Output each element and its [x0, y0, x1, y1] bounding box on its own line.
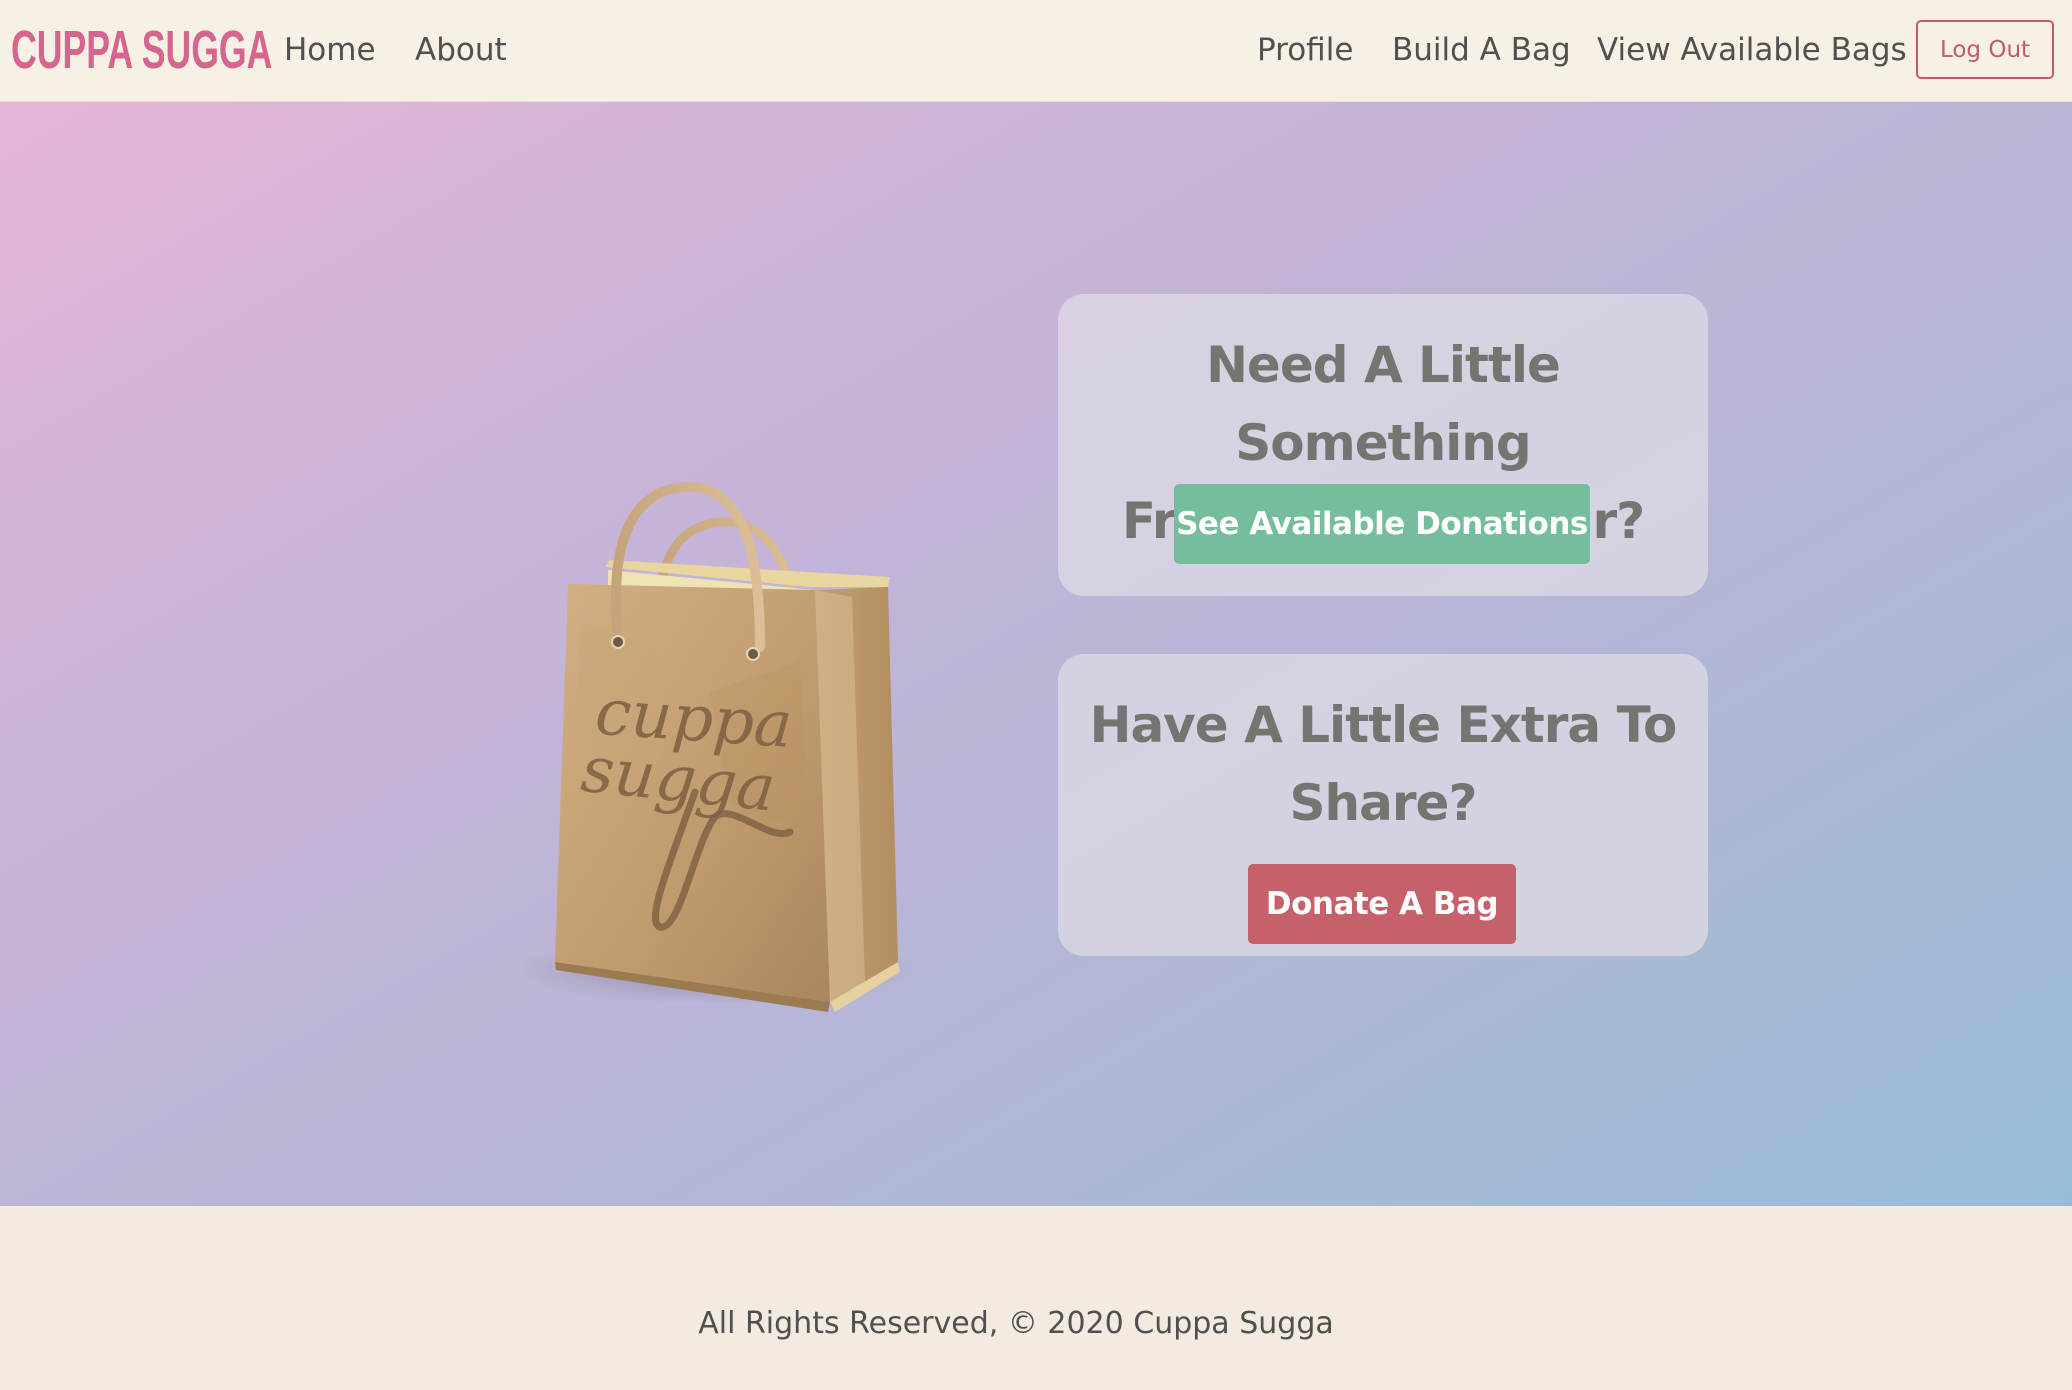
brand-logo[interactable]: CUPPA SUGGA — [11, 18, 272, 82]
copyright-text: All Rights Reserved, © 2020 Cuppa Sugga — [698, 1306, 1334, 1341]
nav-link-profile[interactable]: Profile — [1257, 28, 1353, 72]
donate-a-bag-button[interactable]: Donate A Bag — [1248, 864, 1516, 944]
hero-section: cuppa sugga Need A Little Something From… — [0, 102, 2072, 1206]
give-donation-heading: Have A Little Extra To Share? — [1089, 696, 1678, 832]
logout-button[interactable]: Log Out — [1916, 20, 2054, 79]
nav-link-view-available-bags[interactable]: View Available Bags — [1597, 28, 1907, 72]
see-available-donations-button[interactable]: See Available Donations — [1174, 484, 1590, 564]
nav-link-build-a-bag[interactable]: Build A Bag — [1392, 28, 1571, 72]
nav-link-about[interactable]: About — [415, 28, 507, 72]
shopping-bag-illustration: cuppa sugga — [470, 362, 960, 1042]
page-footer: All Rights Reserved, © 2020 Cuppa Sugga — [0, 1206, 2072, 1390]
need-donation-card: Need A Little Something From A Neighbour… — [1058, 294, 1708, 596]
top-navbar: CUPPA SUGGA Home About Profile Build A B… — [0, 0, 2072, 102]
give-donation-card: Have A Little Extra To Share? Donate A B… — [1058, 654, 1708, 956]
nav-link-home[interactable]: Home — [284, 28, 376, 72]
